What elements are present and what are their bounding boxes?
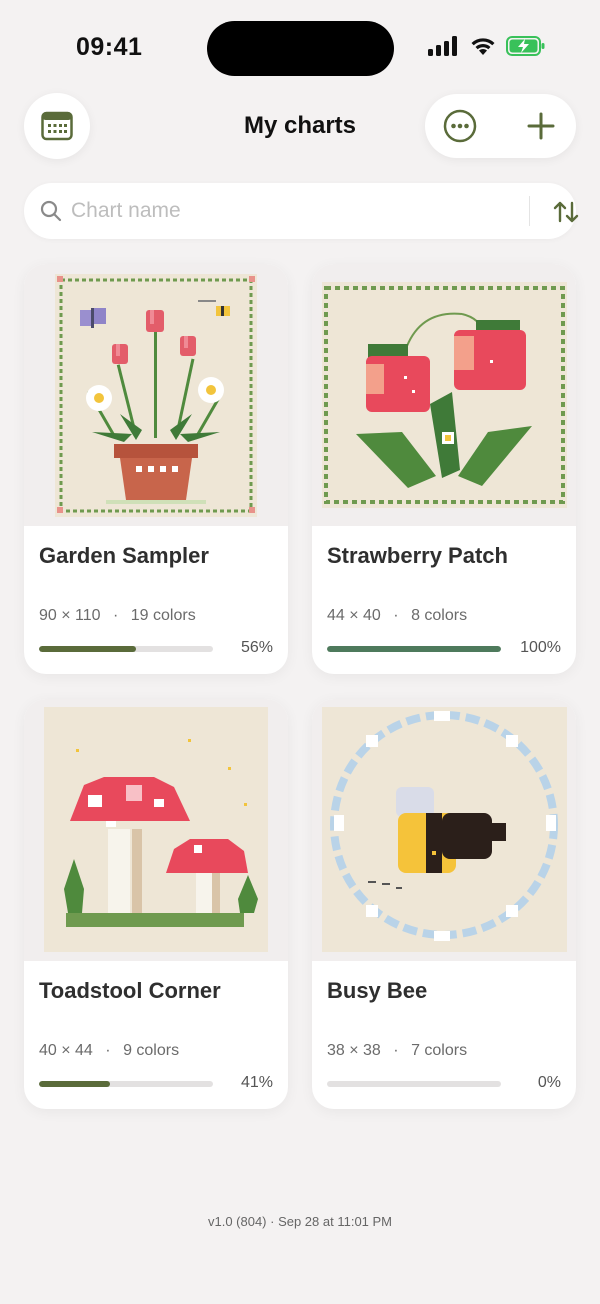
progress-fill <box>327 646 501 652</box>
chart-card[interactable]: Busy Bee 38 × 38 · 7 colors 0% <box>312 699 576 1109</box>
chart-dimensions: 40 × 44 <box>39 1042 93 1059</box>
system-icons <box>428 36 546 56</box>
status-time: 09:41 <box>76 33 143 61</box>
chart-color-count: 9 colors <box>123 1042 180 1059</box>
plus-icon <box>527 112 555 140</box>
meta-separator: · <box>113 607 119 624</box>
progress-fill <box>39 646 137 652</box>
sort-button[interactable] <box>544 197 588 227</box>
toadstool-corner-image <box>44 707 268 952</box>
wifi-icon <box>471 38 495 55</box>
chart-meta: 40 × 44 · 9 colors <box>39 1042 179 1060</box>
dynamic-island <box>207 21 394 76</box>
search-divider <box>529 196 530 226</box>
battery-charging-icon <box>506 36 545 56</box>
chart-thumbnail <box>24 264 288 526</box>
chart-color-count: 8 colors <box>411 607 468 624</box>
more-icon <box>443 109 477 143</box>
chart-thumbnail <box>312 699 576 961</box>
chart-name: Garden Sampler <box>39 543 209 568</box>
chart-card[interactable]: Toadstool Corner 40 × 44 · 9 colors 41% <box>24 699 288 1109</box>
chart-color-count: 19 colors <box>130 607 196 624</box>
chart-thumbnail <box>312 264 576 526</box>
progress-percent: 0% <box>537 1074 561 1091</box>
meta-separator: · <box>393 1042 399 1059</box>
add-chart-button[interactable] <box>506 94 576 158</box>
more-options-button[interactable] <box>425 94 495 158</box>
meta-separator: · <box>393 607 399 624</box>
progress-percent: 41% <box>240 1074 273 1091</box>
chart-dimensions: 38 × 38 <box>327 1042 381 1059</box>
progress-fill <box>39 1081 111 1087</box>
search-icon <box>40 200 62 222</box>
chart-meta: 38 × 38 · 7 colors <box>327 1042 467 1060</box>
progress-bar <box>327 646 501 652</box>
chart-color-count: 7 colors <box>411 1042 468 1059</box>
chart-name: Strawberry Patch <box>327 543 508 568</box>
search-input[interactable] <box>71 195 491 227</box>
chart-name: Toadstool Corner <box>39 978 221 1003</box>
chart-dimensions: 44 × 40 <box>327 607 381 624</box>
header-actions <box>425 94 576 158</box>
cellular-signal-icon <box>428 36 457 56</box>
search-bar <box>24 183 579 239</box>
chart-card[interactable]: Garden Sampler 90 × 110 · 19 colors 56% <box>24 264 288 674</box>
status-bar: 09:41 <box>0 0 600 90</box>
strawberry-patch-image <box>322 282 567 508</box>
progress-percent: 56% <box>240 639 273 656</box>
progress-bar <box>39 646 213 652</box>
progress-bar <box>327 1081 501 1087</box>
chart-name: Busy Bee <box>327 978 428 1003</box>
garden-sampler-image <box>55 274 257 517</box>
version-footer: v1.0 (804) · Sep 28 at 11:01 PM <box>207 1214 393 1229</box>
progress-percent: 100% <box>520 639 561 656</box>
meta-separator: · <box>105 1042 111 1059</box>
chart-meta: 90 × 110 · 19 colors <box>39 607 196 625</box>
chart-card[interactable]: Strawberry Patch 44 × 40 · 8 colors 100% <box>312 264 576 674</box>
chart-meta: 44 × 40 · 8 colors <box>327 607 467 625</box>
busy-bee-image <box>322 707 567 952</box>
chart-dimensions: 90 × 110 <box>39 607 101 624</box>
progress-bar <box>39 1081 213 1087</box>
chart-thumbnail <box>24 699 288 961</box>
sort-icon <box>553 201 579 223</box>
